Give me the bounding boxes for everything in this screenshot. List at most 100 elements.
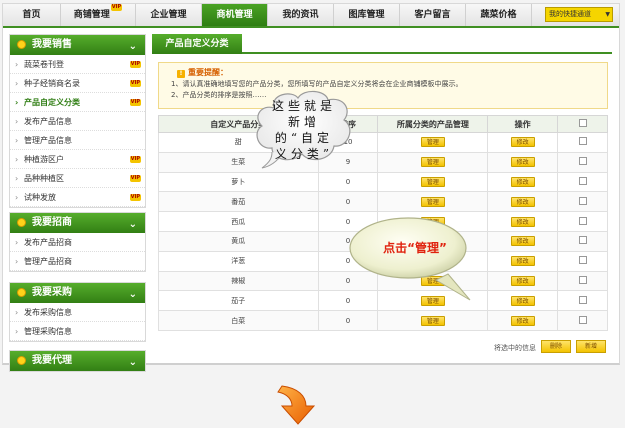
- sidebar-item[interactable]: › 品种种植区 VIP: [10, 169, 145, 188]
- edit-button[interactable]: 修改: [510, 256, 535, 267]
- category-name: 茄子: [158, 290, 319, 312]
- sidebar-item[interactable]: › 发布采购信息: [10, 303, 145, 322]
- nav-item[interactable]: 蔬菜价格: [466, 4, 532, 26]
- nav-item[interactable]: 企业管理: [136, 4, 202, 26]
- add-button[interactable]: 新增: [576, 340, 606, 353]
- bullet-icon: ›: [15, 327, 19, 336]
- nav-item-label: 蔬菜价格: [480, 10, 517, 20]
- nav-item[interactable]: 商铺管理VIP: [61, 4, 136, 26]
- row-checkbox[interactable]: [578, 256, 587, 265]
- row-checkbox[interactable]: [578, 176, 587, 185]
- sidebar-item[interactable]: › 发布产品招商: [10, 233, 145, 252]
- bullet-icon: ›: [15, 155, 19, 164]
- manage-button[interactable]: 管理: [420, 157, 445, 168]
- sidebar-item[interactable]: › 种植游区户 VIP: [10, 150, 145, 169]
- sidebar-section: 我要代理 ⌄: [9, 350, 146, 372]
- delete-button[interactable]: 删除: [541, 340, 571, 353]
- category-name: 萝卜: [158, 171, 319, 193]
- manage-button[interactable]: 管理: [420, 176, 445, 187]
- edit-button[interactable]: 修改: [510, 216, 535, 227]
- edit-button[interactable]: 修改: [510, 137, 535, 148]
- table-header-row: 自定义产品分类 排序 所属分类的产品管理 操作: [158, 115, 608, 133]
- oval-shape: [349, 217, 471, 301]
- row-checkbox[interactable]: [578, 196, 587, 205]
- chevron-down-icon: ▼: [605, 11, 610, 18]
- pin-icon: [17, 356, 26, 365]
- manage-button[interactable]: 管理: [420, 196, 445, 207]
- nav-item-label: 我的资讯: [282, 10, 319, 20]
- chevron-down-icon: ⌄: [128, 289, 137, 300]
- sidebar-section-header[interactable]: 我要销售 ⌄: [10, 35, 145, 55]
- vip-badge: VIP: [110, 4, 123, 11]
- nav-item[interactable]: 首页: [3, 4, 61, 26]
- oval-callout: 点击“管理”: [348, 216, 474, 302]
- edit-button[interactable]: 修改: [510, 275, 535, 286]
- bullet-icon: ›: [15, 136, 19, 145]
- sidebar-item-label: 发布产品信息: [24, 117, 72, 126]
- row-checkbox[interactable]: [578, 275, 587, 284]
- sidebar-section: 我要销售 ⌄ › 蔬菜卷刊登 VIP › 种子经销商名录 VIP › 产品自定义分类 VIP › 发布产…: [9, 34, 146, 208]
- row-checkbox[interactable]: [578, 315, 587, 324]
- quick-access-select[interactable]: 我的快捷通道 ▼: [545, 7, 613, 22]
- sidebar-section-header[interactable]: 我要招商 ⌄: [10, 213, 145, 233]
- category-name: 黄瓜: [158, 230, 319, 252]
- row-checkbox[interactable]: [578, 236, 587, 245]
- vip-badge: VIP: [129, 156, 141, 163]
- nav-item[interactable]: 图库管理: [334, 4, 400, 26]
- col-action: 操作: [487, 115, 559, 133]
- row-checkbox[interactable]: [578, 216, 587, 225]
- edit-button[interactable]: 修改: [510, 315, 535, 326]
- sidebar-item-label: 产品自定义分类: [24, 98, 80, 107]
- sidebar-item-label: 种植游区户: [24, 155, 64, 164]
- row-checkbox[interactable]: [578, 137, 587, 146]
- nav-item[interactable]: 客户留言: [400, 4, 466, 26]
- bullet-icon: ›: [15, 98, 19, 107]
- sidebar-item-label: 蔬菜卷刊登: [24, 60, 64, 69]
- orange-arrow-icon: [277, 385, 316, 425]
- edit-button[interactable]: 修改: [510, 196, 535, 207]
- chevron-down-icon: ⌄: [128, 41, 137, 52]
- category-order: 0: [317, 191, 379, 213]
- bullet-icon: ›: [15, 238, 19, 247]
- sidebar-item-label: 品种种植区: [24, 174, 64, 183]
- edit-button[interactable]: 修改: [510, 236, 535, 247]
- sidebar-section-header[interactable]: 我要采购 ⌄: [10, 283, 145, 303]
- callout-text-click-manage: 点击“管理”: [383, 241, 447, 255]
- sidebar-item[interactable]: › 产品自定义分类 VIP: [10, 93, 145, 112]
- content-tab-bar: 产品自定义分类: [152, 34, 612, 54]
- notice-line: 2、产品分类的排序是按照……: [171, 91, 267, 99]
- sidebar-item[interactable]: › 种子经销商名录 VIP: [10, 74, 145, 93]
- edit-button[interactable]: 修改: [510, 295, 535, 306]
- category-name: 辣椒: [158, 270, 319, 292]
- bullet-icon: ›: [15, 257, 19, 266]
- sidebar-item[interactable]: › 试种发放 VIP: [10, 188, 145, 207]
- sidebar-item-label: 种子经销商名录: [24, 79, 80, 88]
- table-row: 萝卜 0 管理 修改: [158, 171, 608, 193]
- row-checkbox[interactable]: [578, 295, 587, 304]
- manage-button[interactable]: 管理: [420, 137, 445, 148]
- bullet-icon: ›: [15, 60, 19, 69]
- tab-custom-category[interactable]: 产品自定义分类: [152, 34, 242, 54]
- sidebar-item[interactable]: › 管理采购信息: [10, 322, 145, 341]
- sidebar-item-label: 发布产品招商: [24, 238, 72, 247]
- nav-item[interactable]: 我的资讯: [268, 4, 334, 26]
- sidebar-item[interactable]: › 蔬菜卷刊登 VIP: [10, 55, 145, 74]
- thought-cloud-callout: 这些就是新增的“自定义分类”: [252, 88, 356, 170]
- notice-box: ! 重要提醒： 1、请认真准确地填写您的产品分类，您所填写的产品自定义分类将会在企…: [158, 62, 608, 109]
- edit-button[interactable]: 修改: [510, 176, 535, 187]
- sidebar-section-header[interactable]: 我要代理 ⌄: [10, 351, 145, 371]
- edit-button[interactable]: 修改: [510, 157, 535, 168]
- sidebar-item[interactable]: › 管理产品信息: [10, 131, 145, 150]
- bullet-icon: ›: [15, 174, 19, 183]
- bullet-icon: ›: [15, 193, 19, 202]
- nav-item-label: 企业管理: [150, 10, 187, 20]
- bullet-icon: ›: [15, 117, 19, 126]
- chevron-down-icon: ⌄: [128, 357, 137, 368]
- sidebar-item[interactable]: › 发布产品信息: [10, 112, 145, 131]
- sidebar-section-title: 我要代理: [32, 355, 72, 366]
- select-all-checkbox[interactable]: [578, 119, 587, 127]
- sidebar-item[interactable]: › 管理产品招商: [10, 252, 145, 271]
- manage-button[interactable]: 管理: [420, 315, 445, 326]
- nav-item[interactable]: 商机管理: [202, 4, 268, 26]
- row-checkbox[interactable]: [578, 157, 587, 166]
